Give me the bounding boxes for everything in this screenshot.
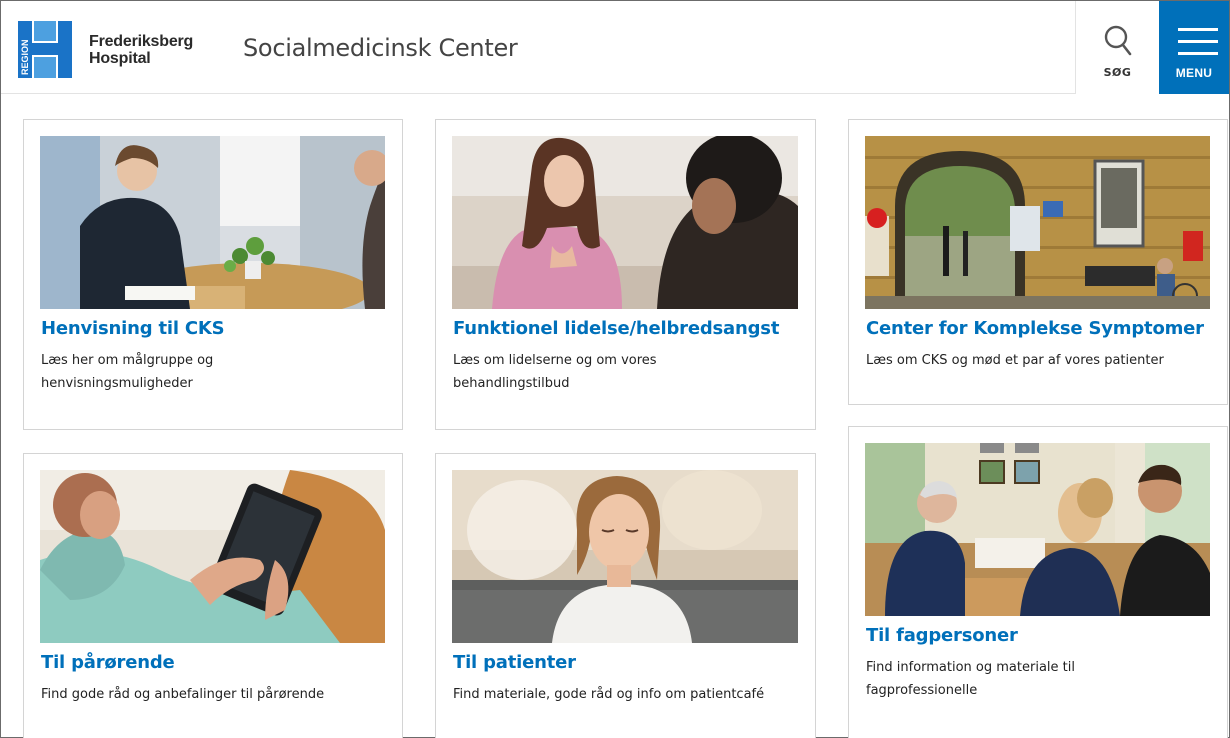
card-description: Find gode råd og anbefalinger til pårøre… bbox=[41, 683, 324, 706]
card-description: Læs her om målgruppe og henvisningsmulig… bbox=[41, 349, 213, 395]
card-title[interactable]: Til patienter bbox=[453, 652, 576, 673]
card-title[interactable]: Funktionel lidelse/helbredsangst bbox=[453, 318, 779, 339]
relaxing-woman-photo bbox=[452, 470, 798, 643]
patient-talking-photo bbox=[452, 136, 798, 309]
card-description-line: Find materiale, gode råd og info om pati… bbox=[453, 687, 765, 702]
card-description-line: behandlingstilbud bbox=[453, 376, 570, 391]
card-description-line: Find information og materiale til bbox=[866, 660, 1075, 675]
card-description-line: fagprofessionelle bbox=[866, 683, 978, 698]
logo-region-text: REGION bbox=[20, 39, 30, 75]
card-description: Læs om CKS og mød et par af vores patien… bbox=[866, 349, 1164, 372]
card-title[interactable]: Til fagpersoner bbox=[866, 625, 1018, 646]
card-til-paaroerende[interactable]: Til pårørende Find gode råd og anbefalin… bbox=[23, 453, 403, 738]
card-description: Læs om lidelserne og om vores behandling… bbox=[453, 349, 657, 395]
consultation-photo bbox=[40, 136, 385, 309]
hospital-name-line1: Frederiksberg bbox=[89, 33, 194, 50]
card-description-line: Læs her om målgruppe og bbox=[41, 353, 214, 368]
card-description-line: henvisningsmuligheder bbox=[41, 376, 193, 391]
menu-button[interactable]: MENU bbox=[1159, 1, 1229, 94]
search-button[interactable]: SØG bbox=[1075, 1, 1159, 94]
card-center-komplekse-symptomer[interactable]: Center for Komplekse Symptomer Læs om CK… bbox=[848, 119, 1228, 405]
region-logo[interactable]: REGION bbox=[18, 21, 72, 78]
site-header: REGION Frederiksberg Hospital Socialmedi… bbox=[1, 1, 1229, 94]
card-henvisning[interactable]: Henvisning til CKS Læs her om målgruppe … bbox=[23, 119, 403, 430]
search-icon bbox=[1104, 25, 1132, 56]
hospital-name[interactable]: Frederiksberg Hospital bbox=[89, 33, 193, 67]
region-h-logo-icon: REGION bbox=[18, 21, 72, 78]
card-description-line: Find gode råd og anbefalinger til pårøre… bbox=[41, 687, 325, 702]
card-description: Find information og materiale til fagpro… bbox=[866, 656, 1075, 702]
card-description: Find materiale, gode råd og info om pati… bbox=[453, 683, 764, 706]
card-title[interactable]: Til pårørende bbox=[41, 652, 175, 673]
card-description-line: Læs om CKS og mød et par af vores patien… bbox=[866, 353, 1164, 368]
search-label: SØG bbox=[1103, 66, 1132, 79]
card-title[interactable]: Henvisning til CKS bbox=[41, 318, 225, 339]
card-description-line: Læs om lidelserne og om vores bbox=[453, 353, 657, 368]
card-til-fagpersoner[interactable]: Til fagpersoner Find information og mate… bbox=[848, 426, 1228, 738]
hamburger-icon bbox=[1178, 28, 1218, 64]
card-til-patienter[interactable]: Til patienter Find materiale, gode råd o… bbox=[435, 453, 816, 738]
card-funktionel-lidelse[interactable]: Funktionel lidelse/helbredsangst Læs om … bbox=[435, 119, 816, 430]
tablet-photo bbox=[40, 470, 385, 643]
page-title[interactable]: Socialmedicinsk Center bbox=[243, 34, 518, 62]
card-title[interactable]: Center for Komplekse Symptomer bbox=[866, 318, 1204, 339]
menu-label: MENU bbox=[1175, 66, 1213, 80]
hospital-name-line2: Hospital bbox=[89, 50, 151, 67]
hospital-gate-photo bbox=[865, 136, 1210, 309]
meeting-photo bbox=[865, 443, 1210, 616]
